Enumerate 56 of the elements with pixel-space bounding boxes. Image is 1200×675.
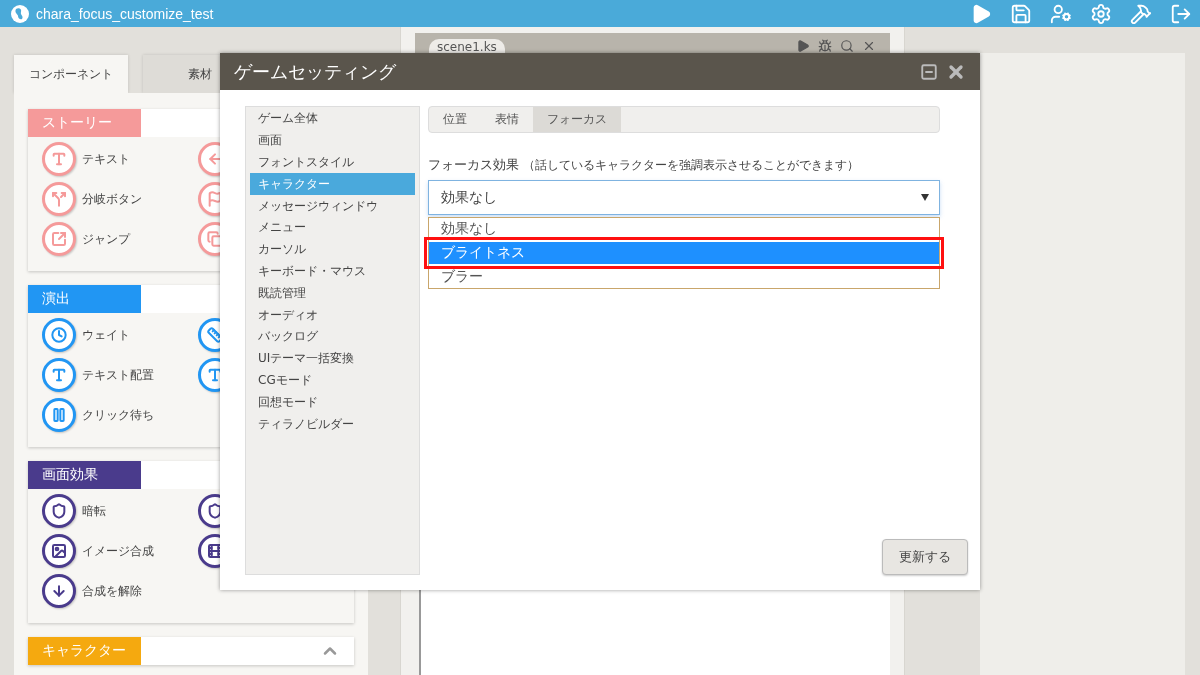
globe-logo-icon: [10, 3, 30, 24]
panel-tab[interactable]: コンポーネント: [14, 55, 128, 93]
external-link-icon[interactable]: [42, 222, 76, 256]
component-label[interactable]: 分岐ボタン: [82, 190, 142, 208]
tab[interactable]: 位置: [429, 107, 481, 132]
tab[interactable]: フォーカス: [533, 107, 621, 132]
arrow-down-icon[interactable]: [42, 574, 76, 608]
menu-item[interactable]: オーディオ: [250, 304, 415, 326]
menu-item[interactable]: 回想モード: [250, 391, 415, 414]
hammer-icon[interactable]: [1130, 2, 1152, 25]
menu-item[interactable]: メッセージウィンドウ: [250, 195, 415, 217]
component-label[interactable]: イメージ合成: [82, 542, 154, 560]
menu-item[interactable]: 既読管理: [250, 282, 415, 305]
component-label[interactable]: ジャンプ: [82, 230, 130, 248]
component-label[interactable]: テキスト: [82, 150, 130, 168]
component-label[interactable]: 暗転: [82, 502, 106, 520]
component-label[interactable]: 合成を解除: [82, 582, 142, 600]
save-icon[interactable]: [1010, 2, 1032, 25]
minimize-icon[interactable]: [920, 62, 938, 81]
menu-item[interactable]: バックログ: [250, 325, 415, 348]
pause-icon[interactable]: [42, 398, 76, 432]
field-label: フォーカス効果 （話しているキャラクターを強調表示させることができます）: [428, 156, 860, 174]
menu-item[interactable]: カーソル: [250, 238, 415, 261]
menu-item[interactable]: UIテーマ一括変換: [250, 347, 415, 370]
menu-item[interactable]: ゲーム全体: [250, 108, 415, 130]
component-label[interactable]: テキスト配置: [82, 366, 154, 384]
dropdown-option[interactable]: 効果なし: [429, 218, 939, 240]
shield-icon[interactable]: [42, 494, 76, 528]
search-icon[interactable]: [840, 39, 854, 55]
menu-item[interactable]: CGモード: [250, 369, 415, 392]
focus-effect-select[interactable]: 効果なし: [428, 180, 940, 215]
bug-icon[interactable]: [818, 39, 832, 55]
section-title: キャラクター: [28, 637, 141, 665]
menu-item[interactable]: 画面: [250, 129, 415, 152]
field-hint: （話しているキャラクターを強調表示させることができます）: [523, 158, 859, 172]
update-button[interactable]: 更新する: [882, 539, 968, 575]
menu-item[interactable]: フォントスタイル: [250, 151, 415, 174]
text-icon[interactable]: [42, 142, 76, 176]
clock-icon[interactable]: [42, 318, 76, 352]
menu-item[interactable]: ティラノビルダー: [250, 413, 415, 435]
menu-item[interactable]: キーボード・マウス: [250, 260, 415, 283]
section-title: 画面効果: [28, 461, 141, 489]
image-icon[interactable]: [42, 534, 76, 568]
section-title: 演出: [28, 285, 141, 313]
exit-icon[interactable]: [1170, 2, 1192, 25]
caret-icon: [921, 194, 929, 201]
text-icon[interactable]: [42, 358, 76, 392]
project-title: chara_focus_customize_test: [36, 5, 215, 22]
play-icon[interactable]: [796, 39, 810, 55]
menu-item[interactable]: メニュー: [250, 217, 415, 239]
component-label[interactable]: ウェイト: [82, 326, 130, 344]
component-label[interactable]: クリック待ち: [82, 406, 154, 424]
tab[interactable]: 表情: [481, 107, 533, 132]
settings-icon[interactable]: [1090, 2, 1112, 25]
section-title: ストーリー: [28, 109, 141, 137]
user-gear-icon[interactable]: [1050, 2, 1072, 25]
